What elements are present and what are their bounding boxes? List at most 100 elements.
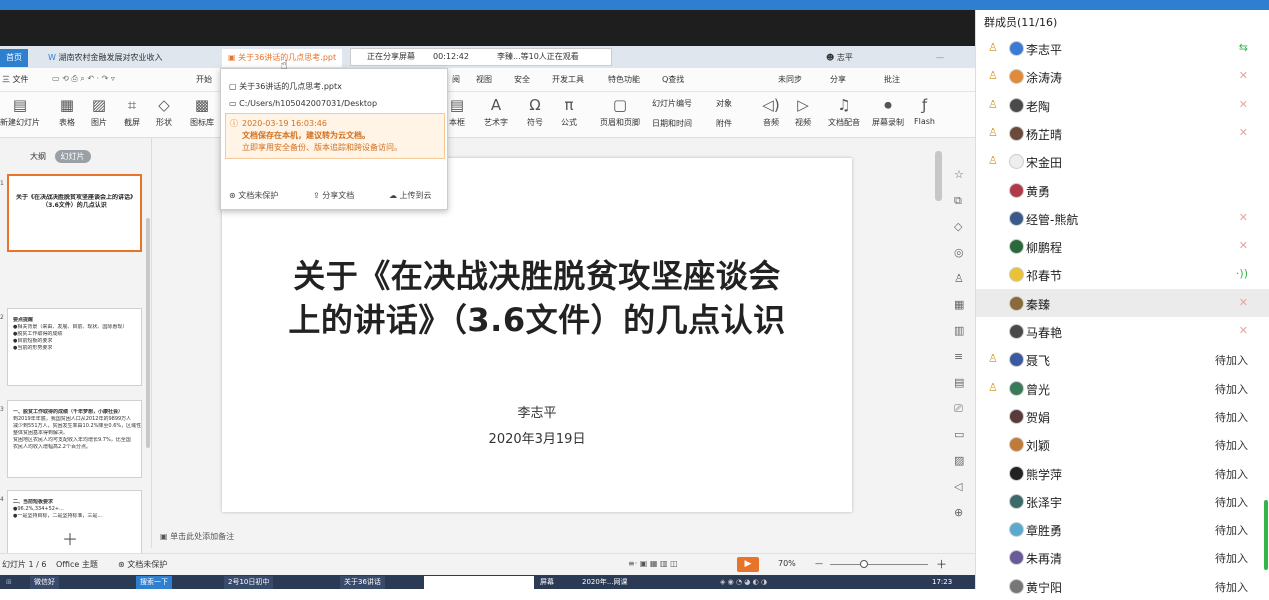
comment-button[interactable]: 批注 bbox=[884, 74, 900, 85]
view-mode-icons[interactable]: ≡· ▣ ▦ ▥ ◫ bbox=[628, 559, 678, 568]
slide-number-button[interactable]: 幻灯片编号 bbox=[652, 98, 692, 109]
member-row[interactable]: ♙ 曾光 待加入 bbox=[976, 374, 1269, 402]
member-row[interactable]: 熊学萍 待加入 bbox=[976, 459, 1269, 487]
zoom-in-icon[interactable]: ＋ bbox=[936, 556, 947, 572]
menu-features[interactable]: 特色功能 bbox=[608, 74, 640, 85]
tab-home[interactable]: 首页 bbox=[0, 49, 28, 67]
zoom-out-icon[interactable]: — bbox=[815, 559, 823, 568]
menu-security[interactable]: 安全 bbox=[514, 74, 530, 85]
video-button[interactable]: ▷ 视频 bbox=[794, 96, 812, 128]
member-row[interactable]: 马春艳 ✕ bbox=[976, 317, 1269, 345]
taskbar-item-3[interactable]: 2号10日初中 bbox=[224, 576, 274, 589]
start-icon[interactable]: ⊞ bbox=[6, 576, 12, 589]
menu-view[interactable]: 视图 bbox=[476, 74, 492, 85]
member-row[interactable]: ♙ 老陶 ✕ bbox=[976, 91, 1269, 119]
menu-review[interactable]: 阅 bbox=[452, 74, 460, 85]
member-row[interactable]: 刘颖 待加入 bbox=[976, 430, 1269, 458]
member-row[interactable]: 朱再清 待加入 bbox=[976, 543, 1269, 571]
member-row[interactable]: 章胜勇 待加入 bbox=[976, 515, 1269, 543]
wordart-button[interactable]: A 艺术字 bbox=[484, 96, 508, 128]
member-scrollbar[interactable] bbox=[1264, 500, 1268, 570]
menu-devtools[interactable]: 开发工具 bbox=[552, 74, 584, 85]
audio-icon[interactable]: ◁ bbox=[954, 480, 962, 493]
menu-file[interactable]: 三 文件 bbox=[2, 74, 29, 85]
member-row[interactable]: 柳鹏程 ✕ bbox=[976, 232, 1269, 260]
layers-icon[interactable]: ⧉ bbox=[954, 194, 962, 208]
screen-record-button[interactable]: ⏺ 屏幕录制 bbox=[872, 96, 904, 128]
taskbar-item-4[interactable]: 关于36讲话 bbox=[340, 576, 385, 589]
popup-share[interactable]: ⇪ 分享文档 bbox=[313, 190, 354, 201]
user-name[interactable]: ☻ 志平 bbox=[820, 49, 859, 67]
header-footer-button[interactable]: ▢ 页眉和页脚 bbox=[600, 96, 640, 128]
target-icon[interactable]: ◎ bbox=[954, 246, 964, 259]
doc-audio-button[interactable]: ♫ 文档配音 bbox=[828, 96, 860, 128]
bell-icon[interactable]: ♙ bbox=[954, 272, 964, 285]
location-icon[interactable]: ⊕ bbox=[954, 506, 963, 519]
cast-icon[interactable]: ⎚ bbox=[954, 402, 963, 416]
cloud-upgrade-link[interactable]: 立即享用安全备份、版本追踪和跨设备访问。 bbox=[242, 142, 440, 154]
minimize-icon[interactable]: — bbox=[930, 49, 950, 67]
menu-find[interactable]: Q查找 bbox=[662, 74, 684, 85]
symbol-button[interactable]: Ω 符号 bbox=[526, 96, 544, 128]
member-row[interactable]: ♙ 李志平 ⇆ bbox=[976, 34, 1269, 62]
member-row[interactable]: 经管-熊航 ✕ bbox=[976, 204, 1269, 232]
sync-status[interactable]: 未同步 bbox=[778, 74, 802, 85]
zoom-knob[interactable] bbox=[860, 560, 868, 568]
member-row[interactable]: ♙ 宋金田 bbox=[976, 147, 1269, 175]
taskbar-item-5[interactable]: 屏幕 bbox=[540, 576, 554, 589]
formula-button[interactable]: π 公式 bbox=[560, 96, 578, 128]
tab-doc1[interactable]: W 湖南农村金融发展对农业收入 bbox=[42, 49, 168, 67]
settings-icon[interactable]: ≡ bbox=[954, 350, 963, 363]
copy-icon[interactable]: ▤ bbox=[954, 376, 964, 389]
member-row[interactable]: 秦臻 ✕ bbox=[976, 288, 1269, 317]
table-button[interactable]: ▦ 表格 bbox=[58, 96, 76, 128]
play-slideshow-button[interactable]: ▶ bbox=[737, 557, 759, 572]
screenshot-button[interactable]: ⌗ 截屏 bbox=[123, 96, 141, 128]
doc-protect-status[interactable]: ⊛ 文档未保护 bbox=[118, 559, 167, 570]
slide-thumb-3[interactable]: 一、脱贫工作取得的成绩（千年梦想，小康社会） 到2019年年底，我国贫困人口从2… bbox=[7, 400, 142, 478]
chart-icon[interactable]: ▥ bbox=[954, 324, 964, 337]
slide-thumb-1[interactable]: 关于《在决战决胜脱贫攻坚座谈会上的讲话》（3.6文件）的几点认识 bbox=[7, 174, 142, 252]
member-row[interactable]: ♙ 聂飞 待加入 bbox=[976, 345, 1269, 373]
zoom-level[interactable]: 70% bbox=[778, 559, 796, 568]
box-icon[interactable]: ▭ bbox=[954, 428, 964, 441]
slide-thumb-2[interactable]: 要点提醒 ●相关背景（来由、发展、目前、现状、国际惠现） ●脱贫工作取得的成绩 … bbox=[7, 308, 142, 386]
member-row[interactable]: 祁春节 ·)) bbox=[976, 260, 1269, 288]
star-icon[interactable]: ☆ bbox=[954, 168, 964, 181]
date-time-button[interactable]: 日期和时间 bbox=[652, 118, 692, 129]
add-slide-icon[interactable]: ＋ bbox=[62, 526, 78, 550]
thumbnail-scrollbar[interactable] bbox=[146, 218, 150, 448]
taskbar-item-1[interactable]: 微信好 bbox=[30, 576, 59, 589]
taskbar-item-2[interactable]: 搜索一下 bbox=[136, 576, 172, 589]
tab-outline[interactable]: 大纲 bbox=[30, 152, 46, 161]
member-row[interactable]: 张泽宇 待加入 bbox=[976, 487, 1269, 515]
slide-canvas[interactable]: 关于《在决战决胜脱贫攻坚座谈会 上的讲话》（3.6文件）的几点认识 李志平 20… bbox=[222, 158, 852, 512]
popup-upload[interactable]: ☁ 上传到云 bbox=[389, 190, 432, 201]
notes-placeholder[interactable]: ▣ 单击此处添加备注 bbox=[160, 531, 234, 542]
picture-button[interactable]: ▨ 图片 bbox=[90, 96, 108, 128]
member-row[interactable]: 黄勇 bbox=[976, 176, 1269, 204]
quick-access-icons[interactable]: ▭ ⟲ ⎙ ⌕ ↶ · ↷ ▿ bbox=[52, 74, 115, 84]
iconlib-button[interactable]: ▩ 图标库 bbox=[190, 96, 214, 128]
menu-start[interactable]: 开始 bbox=[196, 74, 212, 85]
share-button[interactable]: 分享 bbox=[830, 74, 846, 85]
member-row[interactable]: 黄宁阳 待加入 bbox=[976, 572, 1269, 600]
image-icon[interactable]: ▨ bbox=[954, 454, 964, 467]
popup-unprotected[interactable]: ⊛ 文档未保护 bbox=[229, 190, 278, 201]
object-button[interactable]: 对象 bbox=[716, 98, 732, 109]
zoom-slider[interactable] bbox=[830, 564, 928, 565]
member-row[interactable]: ♙ 杨芷晴 ✕ bbox=[976, 119, 1269, 147]
member-row[interactable]: 贺娟 待加入 bbox=[976, 402, 1269, 430]
shape-tool-icon[interactable]: ◇ bbox=[954, 220, 962, 233]
new-slide-button[interactable]: ▤ 新建幻灯片 bbox=[0, 96, 40, 128]
grid-icon[interactable]: ▦ bbox=[954, 298, 964, 311]
shape-button[interactable]: ◇ 形状 bbox=[155, 96, 173, 128]
member-row[interactable]: ♙ 涂涛涛 ✕ bbox=[976, 62, 1269, 90]
tab-slides[interactable]: 幻灯片 bbox=[54, 150, 91, 163]
tray-icons[interactable]: ◈ ◉ ◔ ◕ ◐ ◑ bbox=[720, 576, 767, 589]
audio-button[interactable]: ◁) 音频 bbox=[762, 96, 780, 128]
slide-scrollbar[interactable] bbox=[935, 151, 942, 201]
taskbar-item-6[interactable]: 2020年...网课 bbox=[582, 576, 628, 589]
flash-button[interactable]: ƒ Flash bbox=[914, 96, 935, 126]
attachment-button[interactable]: 附件 bbox=[716, 118, 732, 129]
